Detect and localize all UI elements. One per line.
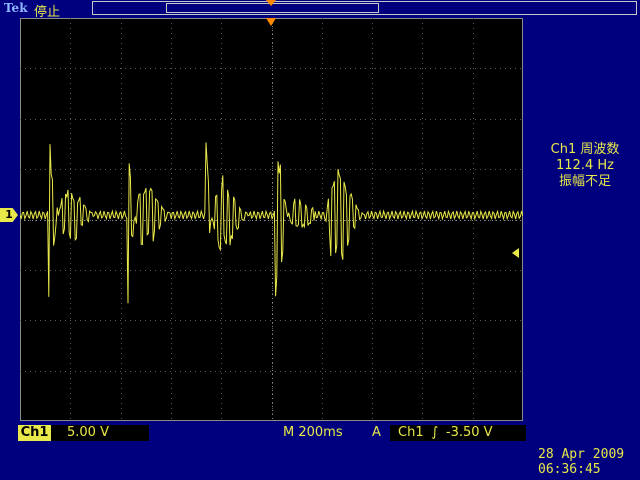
ch1-ground-marker: 1 bbox=[0, 208, 18, 222]
trigger-level-marker-icon bbox=[512, 248, 519, 258]
graticule bbox=[20, 18, 523, 421]
trigger-settings[interactable]: Ch1 ∫ -3.50 V bbox=[390, 425, 526, 441]
tek-logo: Tek bbox=[4, 1, 28, 15]
time-label: 06:36:45 bbox=[538, 462, 601, 477]
trigger-source: Ch1 bbox=[398, 425, 424, 440]
record-length-bar bbox=[92, 1, 637, 15]
measurement-readout: Ch1 周波数 112.4 Hz 振幅不足 bbox=[530, 142, 640, 190]
bottom-status-bar: Ch1 5.00 V M 200ms A Ch1 ∫ -3.50 V bbox=[0, 423, 640, 443]
graticule-border bbox=[20, 18, 523, 421]
waveform-display bbox=[20, 18, 523, 421]
trigger-mode: A bbox=[372, 425, 381, 440]
timebase[interactable]: M 200ms bbox=[283, 425, 343, 441]
measurement-status: 振幅不足 bbox=[558, 174, 611, 189]
trigger-position-icon bbox=[266, 0, 276, 6]
timestamp: 28 Apr 2009 06:36:45 bbox=[538, 447, 624, 477]
measurement-title: Ch1 周波数 bbox=[550, 142, 620, 157]
trigger-level: -3.50 V bbox=[445, 425, 493, 440]
date-label: 28 Apr 2009 bbox=[538, 447, 625, 462]
trigger-point-marker-icon bbox=[266, 18, 276, 26]
rising-edge-icon: ∫ bbox=[431, 425, 439, 440]
measurement-value: 112.4 Hz bbox=[556, 158, 614, 173]
volts-per-div[interactable]: 5.00 V bbox=[51, 425, 149, 441]
channel-indicator[interactable]: Ch1 bbox=[18, 425, 51, 441]
ch1-waveform-trace bbox=[20, 142, 523, 304]
top-status-bar: Tek 停止 bbox=[0, 0, 640, 20]
